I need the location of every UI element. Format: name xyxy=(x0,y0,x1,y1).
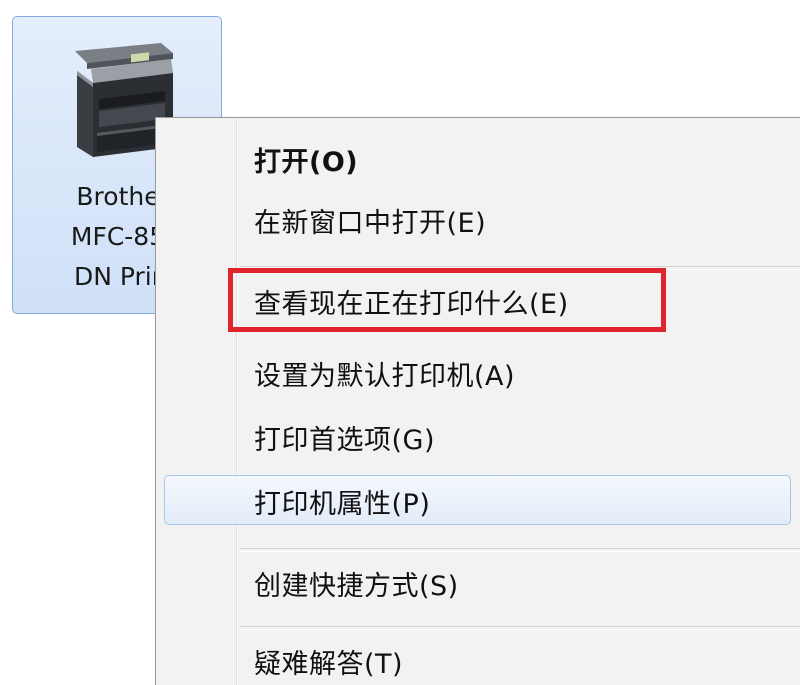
context-menu: 打开(O) 在新窗口中打开(E) 查看现在正在打印什么(E) 设置为默认打印机(… xyxy=(155,117,800,685)
menu-item-see-whats-printing[interactable]: 查看现在正在打印什么(E) xyxy=(254,282,569,321)
menu-separator xyxy=(240,548,800,552)
menu-item-printer-properties[interactable]: 打印机属性(P) xyxy=(254,482,430,521)
menu-item-open-new-window[interactable]: 在新窗口中打开(E) xyxy=(254,201,486,240)
menu-item-set-default-printer[interactable]: 设置为默认打印机(A) xyxy=(254,354,515,393)
menu-item-troubleshoot[interactable]: 疑难解答(T) xyxy=(254,642,403,681)
menu-item-printing-preferences[interactable]: 打印首选项(G) xyxy=(254,418,435,457)
menu-item-open[interactable]: 打开(O) xyxy=(254,140,358,179)
desktop: Brothe MFC-85 DN Prir 打开(O) 在新窗口中打开(E) 查… xyxy=(0,0,800,685)
menu-gutter-divider-highlight xyxy=(237,118,238,685)
menu-separator xyxy=(240,626,800,630)
menu-item-create-shortcut[interactable]: 创建快捷方式(S) xyxy=(254,564,459,603)
menu-separator xyxy=(240,266,800,270)
